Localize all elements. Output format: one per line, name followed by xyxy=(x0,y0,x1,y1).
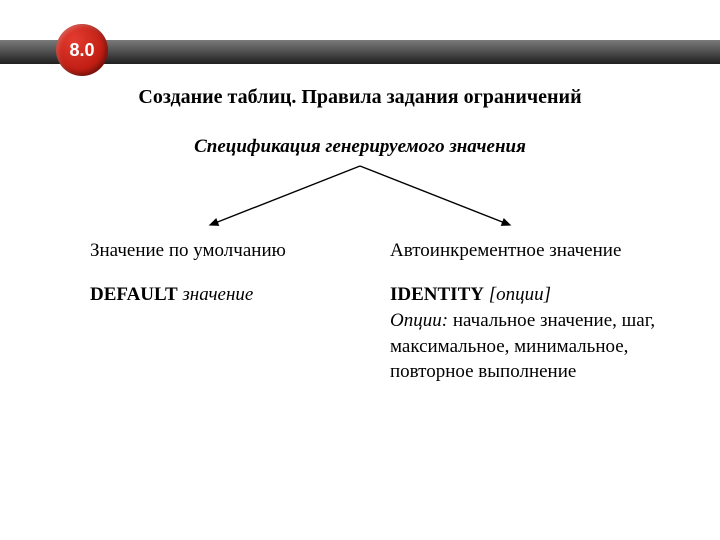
slide-title: Создание таблиц. Правила задания огранич… xyxy=(0,86,720,109)
identity-param: [опции] xyxy=(489,284,551,305)
version-badge: 8.0 xyxy=(56,24,108,76)
branch-arrows xyxy=(150,160,570,235)
default-param: значение xyxy=(182,284,253,305)
header-gradient-bar xyxy=(0,40,720,64)
header-topic-label: SQL xyxy=(128,22,160,39)
column-default: Значение по умолчанию DEFAULT значение xyxy=(90,240,350,385)
identity-keyword: IDENTITY xyxy=(390,284,484,305)
identity-syntax: IDENTITY [опции] xyxy=(390,284,660,306)
default-keyword: DEFAULT xyxy=(90,284,178,305)
identity-options: Опции: начальное значение, шаг, максимал… xyxy=(390,308,660,385)
identity-options-label: Опции: xyxy=(390,310,448,331)
default-heading: Значение по умолчанию xyxy=(90,240,350,262)
slide-subtitle: Спецификация генерируемого значения xyxy=(0,136,720,158)
column-identity: Автоинкрементное значение IDENTITY [опци… xyxy=(390,240,660,385)
identity-heading: Автоинкрементное значение xyxy=(390,240,660,262)
content-columns: Значение по умолчанию DEFAULT значение А… xyxy=(90,240,660,385)
default-syntax: DEFAULT значение xyxy=(90,284,350,306)
